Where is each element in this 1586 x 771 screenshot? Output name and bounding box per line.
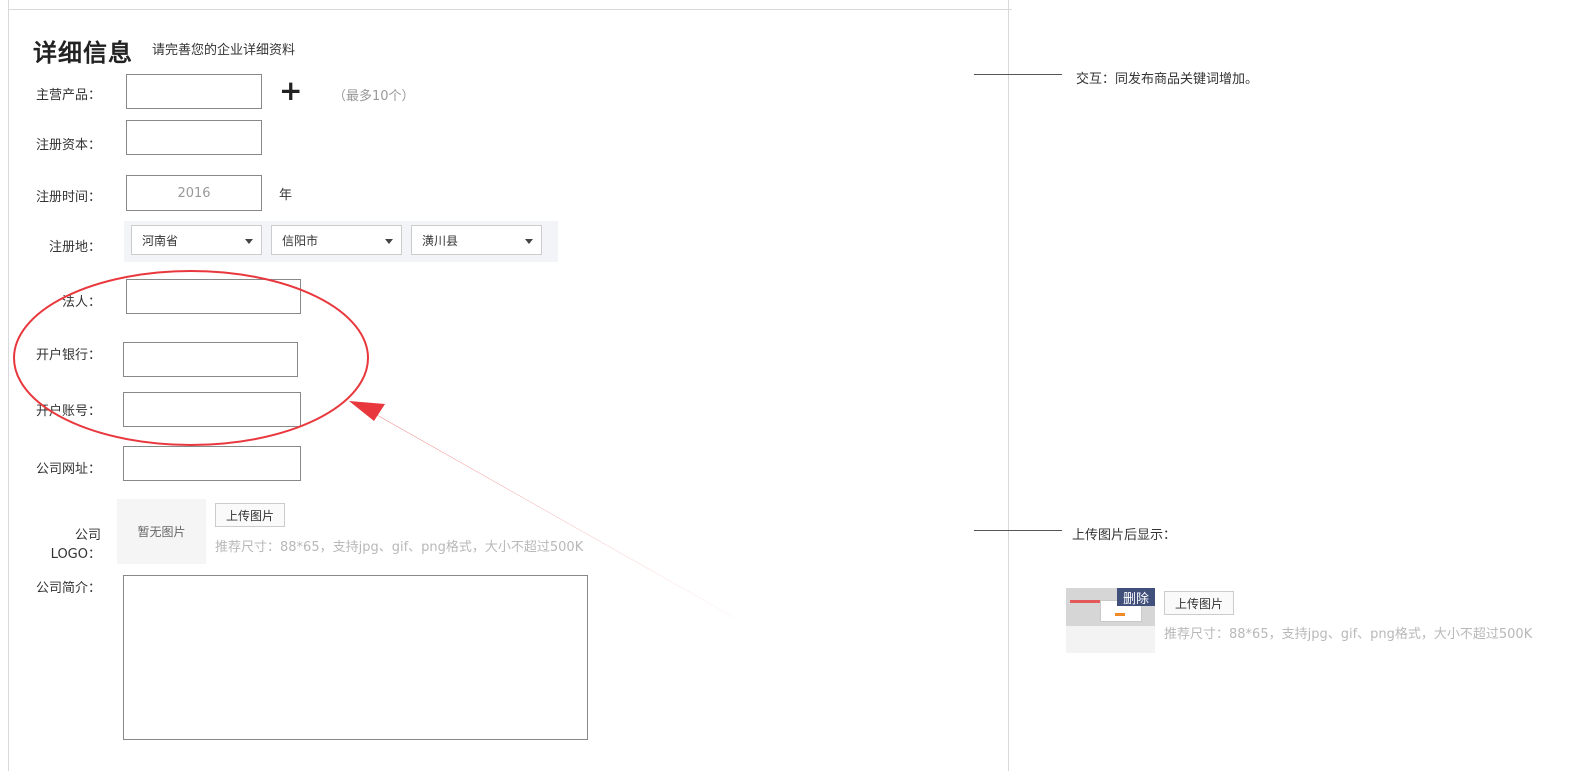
annotation-overlay xyxy=(13,270,774,640)
annotation-arrow-head xyxy=(349,401,385,421)
highlight-ellipse xyxy=(13,270,369,446)
annotation-arrow-shaft xyxy=(359,405,774,640)
